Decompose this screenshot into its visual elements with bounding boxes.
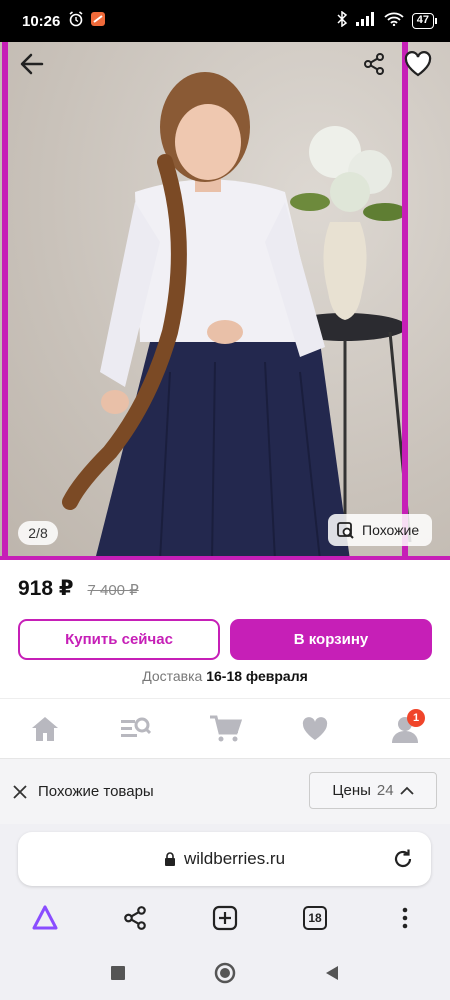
- find-similar-button[interactable]: Похожие: [328, 514, 432, 546]
- promo-frame-bottom: [0, 556, 450, 560]
- battery-icon: 47: [411, 13, 438, 29]
- catalog-search-icon: [121, 717, 151, 737]
- favorites-icon: [302, 716, 328, 740]
- prices-button[interactable]: Цены 24: [309, 772, 437, 809]
- nav-home[interactable]: [23, 707, 67, 751]
- bluetooth-icon: [336, 10, 348, 31]
- alarm-icon: [68, 11, 84, 31]
- cart-icon: [210, 715, 242, 741]
- arrow-left-icon: [20, 53, 44, 75]
- signal-icon: [355, 12, 376, 30]
- profile-badge: 1: [407, 708, 425, 727]
- status-bar: 10:26 47: [0, 0, 450, 42]
- alice-button[interactable]: [25, 898, 65, 938]
- image-counter: 2/8: [18, 521, 58, 545]
- promo-frame-left: [2, 42, 8, 560]
- delivery-dates: 16-18 февраля: [206, 668, 308, 684]
- plus-square-icon: [212, 905, 238, 931]
- nav-catalog[interactable]: [113, 707, 157, 751]
- old-price: 7 400 ₽: [87, 582, 139, 599]
- share-icon: [364, 53, 384, 75]
- prices-label: Цены: [332, 782, 371, 799]
- home-circle-icon[interactable]: [214, 962, 236, 984]
- price-row: 918 ₽ 7 400 ₽: [18, 576, 139, 601]
- share-button[interactable]: [356, 46, 392, 82]
- find-similar-label: Похожие: [362, 522, 420, 538]
- system-nav-bar: [0, 946, 450, 1000]
- close-icon[interactable]: [12, 784, 28, 800]
- buy-now-button[interactable]: Купить сейчас: [18, 619, 220, 660]
- heart-icon: [404, 51, 432, 77]
- image-search-icon: [337, 522, 354, 539]
- chevron-up-icon: [399, 786, 414, 795]
- favorite-button[interactable]: [400, 46, 436, 82]
- nav-cart[interactable]: [203, 707, 247, 751]
- prices-count: 24: [376, 782, 394, 799]
- current-price: 918 ₽: [18, 577, 74, 600]
- app-bottom-nav: 1: [0, 698, 450, 758]
- nav-favorites[interactable]: [293, 707, 337, 751]
- reload-icon[interactable]: [391, 847, 415, 871]
- more-vertical-icon: [402, 907, 408, 929]
- recent-apps-icon[interactable]: [110, 965, 126, 981]
- status-time: 10:26: [22, 12, 61, 30]
- delivery-info: Доставка 16-18 февраля: [0, 668, 450, 684]
- back-button[interactable]: [14, 46, 50, 82]
- url-bar[interactable]: wildberries.ru: [18, 832, 431, 886]
- back-triangle-icon[interactable]: [324, 965, 340, 981]
- share-icon: [124, 906, 146, 930]
- tab-count: 18: [303, 906, 327, 930]
- browser-share-button[interactable]: [115, 898, 155, 938]
- nav-profile[interactable]: 1: [383, 707, 427, 751]
- promo-frame-right: [402, 42, 408, 560]
- tabs-button[interactable]: 18: [295, 898, 335, 938]
- add-to-cart-button[interactable]: В корзину: [230, 619, 432, 660]
- wifi-icon: [384, 12, 404, 30]
- product-image-gallery[interactable]: 2/8 Похожие: [0, 42, 450, 560]
- browser-chrome: wildberries.ru 18: [0, 824, 450, 954]
- browser-toolbar: 18: [0, 890, 450, 946]
- product-photo: [0, 42, 450, 560]
- url-text: wildberries.ru: [183, 849, 286, 868]
- similar-products-bar: Похожие товары Цены 24: [0, 758, 450, 824]
- similar-products-title: Похожие товары: [38, 783, 154, 800]
- app-notification-icon: [90, 11, 106, 31]
- alice-assistant-icon: [32, 905, 58, 930]
- new-tab-button[interactable]: [205, 898, 245, 938]
- browser-menu-button[interactable]: [385, 898, 425, 938]
- delivery-label: Доставка: [142, 668, 203, 684]
- home-icon: [32, 716, 58, 741]
- lock-icon: [164, 852, 175, 866]
